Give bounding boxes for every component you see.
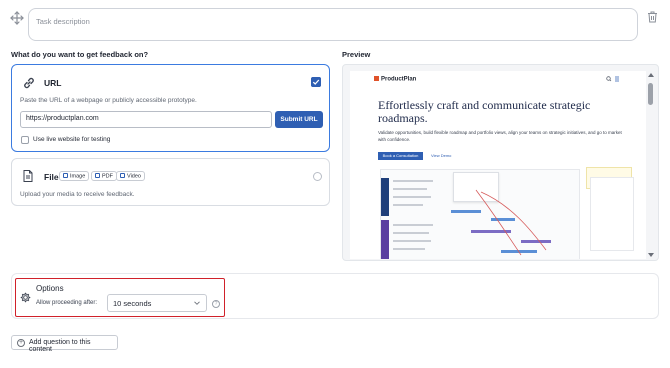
add-question-label: Add question to this content <box>29 339 91 353</box>
preview-nav-icons <box>606 76 620 84</box>
options-panel: Options Allow proceeding after: 10 secon… <box>15 278 225 317</box>
file-icon <box>23 170 33 182</box>
scroll-down-arrow-icon[interactable] <box>648 253 654 257</box>
url-option-title: URL <box>44 78 62 88</box>
proceed-duration-value: 10 seconds <box>113 299 152 308</box>
preview-primary-cta: Book a Consultation <box>378 152 423 160</box>
image-chip-label: Image <box>70 173 86 180</box>
video-chip-label: Video <box>127 173 141 180</box>
file-option-title: File <box>44 172 59 182</box>
screenshot-dependency-lines <box>475 189 547 256</box>
submit-url-button[interactable]: Submit URL <box>275 111 323 128</box>
live-website-label: Use live website for testing <box>33 136 111 143</box>
feedback-type-heading: What do you want to get feedback on? <box>11 50 149 59</box>
pdf-chip-label: PDF <box>102 173 113 180</box>
url-input[interactable]: https://productplan.com <box>20 111 272 128</box>
pdf-icon <box>95 173 100 178</box>
preview-logo-text: ProductPlan <box>381 76 417 83</box>
preview-panel[interactable]: ProductPlan Effortlessly craft and commu… <box>342 64 659 261</box>
preview-scrollbar[interactable] <box>646 71 656 259</box>
plus-circle-icon: + <box>17 339 25 347</box>
url-option-hint: Paste the URL of a webpage or publicly a… <box>20 97 197 104</box>
options-title: Options <box>36 284 64 293</box>
url-option-checkbox[interactable] <box>311 77 321 87</box>
preview-subtext: Validate opportunities, build flexible r… <box>378 130 622 142</box>
image-icon <box>63 173 68 178</box>
scroll-thumb[interactable] <box>648 83 653 105</box>
chevron-down-icon <box>194 301 200 305</box>
preview-page: ProductPlan Effortlessly craft and commu… <box>350 71 646 259</box>
video-chip: Video <box>116 171 145 181</box>
screenshot-detail-card <box>590 177 634 251</box>
drag-handle-icon[interactable] <box>10 11 24 25</box>
live-website-checkbox[interactable] <box>21 136 29 144</box>
gear-icon <box>20 292 31 303</box>
pdf-chip: PDF <box>91 171 117 181</box>
preview-logo: ProductPlan <box>374 76 416 83</box>
task-description-input[interactable]: Task description <box>28 8 638 41</box>
trash-icon[interactable] <box>647 11 658 23</box>
preview-search-menu-icon <box>606 76 619 82</box>
file-option-card[interactable]: File Image PDF Video Upload your media t… <box>11 158 330 206</box>
file-option-hint: Upload your media to receive feedback. <box>20 191 135 198</box>
proceed-label: Allow proceeding after: <box>36 300 98 306</box>
file-option-radio[interactable] <box>313 172 322 181</box>
add-question-button[interactable]: + Add question to this content <box>11 335 118 353</box>
link-icon <box>24 77 34 89</box>
scroll-up-arrow-icon[interactable] <box>648 73 654 77</box>
help-icon[interactable]: ? <box>212 300 220 308</box>
preview-heading: Preview <box>342 50 371 59</box>
image-chip: Image <box>59 171 90 181</box>
preview-secondary-cta: View Demo <box>431 153 452 158</box>
url-option-card[interactable]: URL Paste the URL of a webpage or public… <box>11 64 330 152</box>
productplan-logo-icon <box>374 76 379 81</box>
preview-product-screenshot <box>380 169 580 259</box>
preview-headline: Effortlessly craft and communicate strat… <box>378 98 591 125</box>
video-icon <box>120 173 125 178</box>
proceed-duration-select[interactable]: 10 seconds <box>107 294 207 312</box>
